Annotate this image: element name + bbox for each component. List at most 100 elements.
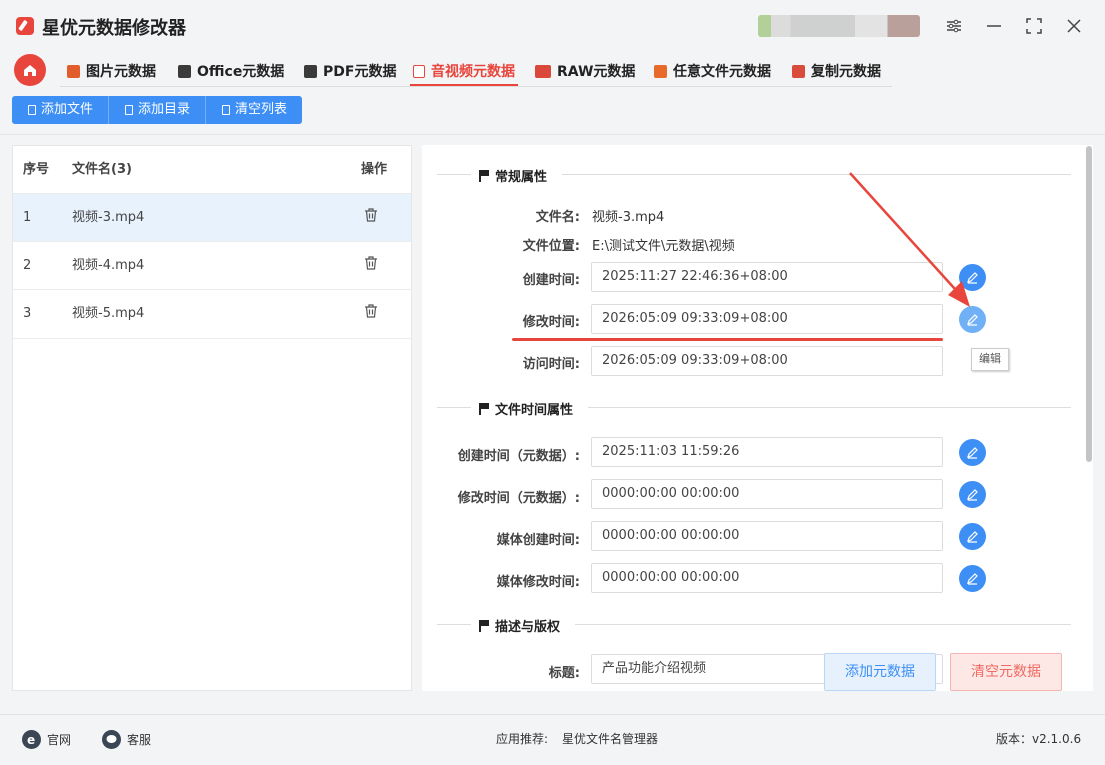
trash-small-icon (222, 105, 231, 115)
tab-office-metadata[interactable]: Office元数据 (178, 56, 284, 86)
col-header-index: 序号 (23, 162, 50, 177)
tab-audio-video-metadata[interactable]: 音视频元数据 (413, 56, 515, 86)
file-path-label: 文件位置: (522, 239, 580, 254)
edit-modified-meta-button[interactable] (959, 481, 986, 508)
row-filename: 视频-5.mp4 (72, 306, 145, 321)
table-row[interactable]: 2 视频-4.mp4 (13, 241, 411, 290)
tab-image-metadata[interactable]: 图片元数据 (67, 56, 156, 86)
section-divider (562, 174, 1071, 175)
annotation-arrow (849, 172, 970, 307)
row-index: 2 (23, 258, 32, 273)
section-general-title: 常规属性 (479, 166, 547, 185)
file-name-label: 文件名: (535, 210, 580, 225)
app-logo-icon (16, 17, 34, 35)
pencil-icon (967, 573, 978, 585)
edit-created-meta-button[interactable] (959, 439, 986, 466)
modified-time-label: 修改时间: (522, 315, 580, 330)
folder-add-icon (125, 105, 134, 115)
section-divider (575, 624, 1071, 625)
recommend-label: 应用推荐: 星优文件名管理器 (496, 730, 659, 747)
tab-copy-metadata[interactable]: 复制元数据 (792, 56, 881, 86)
chat-icon (102, 730, 121, 749)
media-created-label: 媒体创建时间: (496, 533, 580, 548)
pencil-icon (967, 447, 978, 459)
image-icon (67, 64, 80, 78)
modified-meta-field[interactable]: 0000:00:00 00:00:00 (591, 479, 943, 509)
tab-pdf-metadata[interactable]: PDF元数据 (304, 56, 396, 86)
file-path-value: E:\测试文件\元数据\视频 (592, 239, 735, 254)
edit-media-created-button[interactable] (959, 523, 986, 550)
row-index: 3 (23, 306, 32, 321)
active-tab-indicator (410, 84, 518, 86)
raw-icon (535, 64, 551, 78)
metadata-panel (422, 145, 1093, 691)
modified-meta-label: 修改时间（元数据）: (457, 491, 580, 506)
delete-icon[interactable] (364, 304, 378, 318)
office-icon (178, 64, 191, 78)
section-divider (437, 174, 471, 175)
file-toolbar: 添加文件 添加目录 清空列表 (12, 96, 303, 124)
video-icon (413, 64, 425, 78)
version-text: 版本：v2.1.0.6 (996, 732, 1082, 746)
flag-icon (479, 619, 489, 632)
pencil-icon (967, 489, 978, 501)
accessed-time-field[interactable]: 2026:05:09 09:33:09+08:00 (591, 346, 943, 376)
accessed-time-label: 访问时间: (522, 357, 580, 372)
file-icon (654, 64, 667, 78)
add-metadata-button[interactable]: 添加元数据 (824, 653, 936, 691)
tab-raw-metadata[interactable]: RAW元数据 (535, 56, 635, 86)
flag-icon (479, 402, 489, 415)
maximize-icon[interactable] (1020, 12, 1048, 40)
user-avatar[interactable] (758, 15, 920, 37)
home-button[interactable] (14, 54, 46, 86)
highlight-underline (512, 338, 943, 341)
copy-icon (792, 64, 805, 78)
section-divider (437, 624, 471, 625)
recommend-app-link[interactable]: 星优文件名管理器 (562, 730, 658, 747)
close-icon[interactable] (1060, 12, 1088, 40)
edit-media-modified-button[interactable] (959, 565, 986, 592)
minimize-icon[interactable] (980, 12, 1008, 40)
file-add-icon (28, 105, 36, 115)
delete-icon[interactable] (364, 256, 378, 270)
col-header-action: 操作 (361, 162, 388, 177)
app-title: 星优元数据修改器 (42, 18, 186, 39)
home-icon (24, 65, 36, 76)
col-header-name: 文件名(3) (72, 162, 132, 177)
section-file-time-title: 文件时间属性 (479, 399, 573, 418)
created-meta-field[interactable]: 2025:11:03 11:59:26 (591, 437, 943, 467)
add-directory-button[interactable]: 添加目录 (109, 96, 207, 124)
section-divider (588, 407, 1071, 408)
content-divider (0, 134, 1105, 135)
clear-list-button[interactable]: 清空列表 (206, 96, 303, 124)
row-index: 1 (23, 210, 32, 225)
file-name-value: 视频-3.mp4 (592, 210, 665, 225)
media-modified-label: 媒体修改时间: (496, 575, 580, 590)
ie-icon: e (22, 730, 41, 749)
media-created-field[interactable]: 0000:00:00 00:00:00 (591, 521, 943, 551)
row-filename: 视频-3.mp4 (72, 210, 145, 225)
panel-scrollbar[interactable] (1086, 146, 1092, 462)
tabs-divider (60, 86, 892, 87)
section-divider (437, 407, 471, 408)
table-row[interactable]: 1 视频-3.mp4 (13, 193, 411, 242)
svg-text:e: e (27, 733, 35, 747)
add-file-button[interactable]: 添加文件 (12, 96, 110, 124)
media-modified-field[interactable]: 0000:00:00 00:00:00 (591, 563, 943, 593)
pdf-icon (304, 64, 317, 78)
flag-icon (479, 169, 489, 182)
created-time-label: 创建时间: (522, 273, 580, 288)
delete-icon[interactable] (364, 208, 378, 222)
file-table: 序号 文件名(3) 操作 1 视频-3.mp4 2 视频-4.mp4 3 视频-… (12, 145, 412, 691)
support-link[interactable]: 客服 (102, 730, 151, 749)
section-desc-title: 描述与版权 (479, 616, 560, 635)
website-link[interactable]: e 官网 (22, 730, 71, 749)
clear-metadata-button[interactable]: 清空元数据 (950, 653, 1062, 691)
tab-any-file-metadata[interactable]: 任意文件元数据 (654, 56, 771, 86)
settings-icon[interactable] (940, 12, 968, 40)
created-meta-label: 创建时间（元数据）: (457, 449, 580, 464)
pencil-icon (967, 531, 978, 543)
edit-tooltip: 编辑 (971, 348, 1009, 371)
table-row[interactable]: 3 视频-5.mp4 (13, 289, 411, 339)
row-filename: 视频-4.mp4 (72, 258, 145, 273)
